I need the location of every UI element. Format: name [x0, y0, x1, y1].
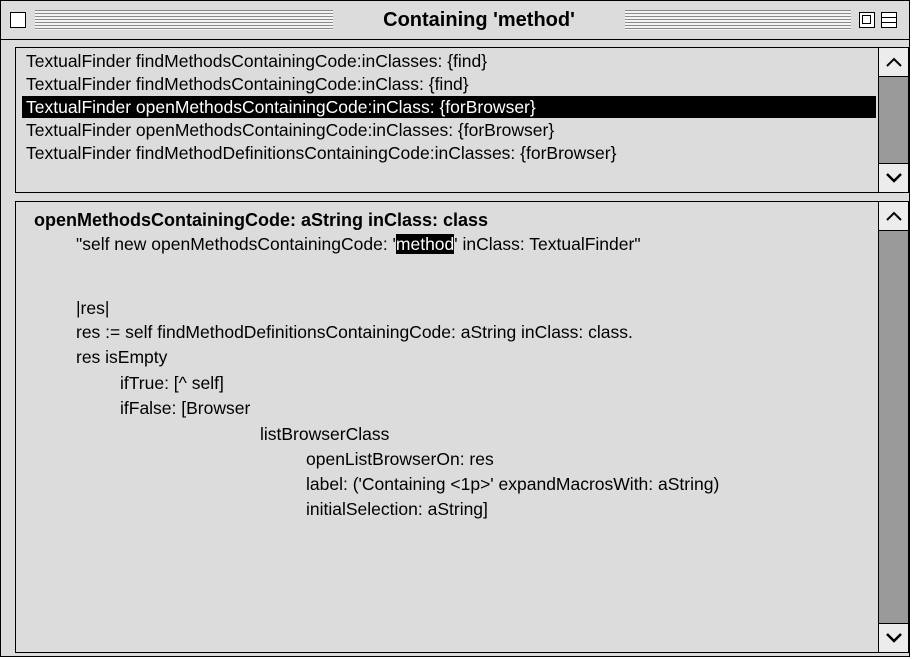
code-line: |res| [76, 298, 110, 318]
code-line: ifTrue: [^ self] [120, 373, 224, 393]
collapse-box-icon[interactable] [881, 12, 897, 28]
code-pane: openMethodsContainingCode: aString inCla… [15, 201, 909, 653]
list-item[interactable]: TextualFinder findMethodDefinitionsConta… [22, 142, 876, 164]
method-signature: openMethodsContainingCode: aString inCla… [34, 210, 489, 230]
code-line: res isEmpty [76, 347, 168, 367]
window-title: Containing 'method' [333, 7, 625, 33]
list-item[interactable]: TextualFinder findMethodsContainingCode:… [22, 73, 876, 95]
title-bar-stripes-right [625, 10, 851, 30]
arrow-down-icon[interactable] [879, 623, 908, 652]
zoom-box-icon[interactable] [859, 12, 875, 28]
list-scrollbar[interactable] [878, 48, 908, 192]
arrow-up-icon[interactable] [879, 48, 908, 77]
code-line: openListBrowserOn: res [306, 449, 494, 469]
comment-text-after: ' inClass: TextualFinder" [454, 234, 641, 254]
code-line: res := self findMethodDefinitionsContain… [76, 322, 633, 342]
code-line: label: ('Containing <1p>' expandMacrosWi… [306, 474, 720, 494]
title-bar-stripes-left [35, 10, 333, 30]
list-item[interactable]: TextualFinder openMethodsContainingCode:… [22, 119, 876, 141]
code-editor[interactable]: openMethodsContainingCode: aString inCla… [16, 202, 878, 652]
code-scrollbar[interactable] [878, 202, 908, 652]
close-box-icon[interactable] [10, 12, 26, 28]
method-list[interactable]: TextualFinder findMethodsContainingCode:… [16, 48, 878, 192]
code-line: initialSelection: aString] [306, 499, 488, 519]
arrow-up-icon[interactable] [879, 202, 908, 231]
comment-text-before: "self new openMethodsContainingCode: ' [76, 234, 396, 254]
method-list-pane: TextualFinder findMethodsContainingCode:… [15, 47, 909, 193]
arrow-down-icon[interactable] [879, 163, 908, 192]
browser-window: Containing 'method' TextualFinder findMe… [0, 0, 910, 657]
method-comment: "self new openMethodsContainingCode: 'me… [76, 232, 641, 256]
highlighted-search-term: method [395, 234, 455, 254]
code-line: listBrowserClass [260, 424, 390, 444]
code-line: ifFalse: [Browser [120, 398, 251, 418]
title-bar[interactable]: Containing 'method' [1, 1, 909, 40]
list-item[interactable]: TextualFinder findMethodsContainingCode:… [22, 50, 876, 72]
list-item-selected[interactable]: TextualFinder openMethodsContainingCode:… [22, 96, 876, 118]
